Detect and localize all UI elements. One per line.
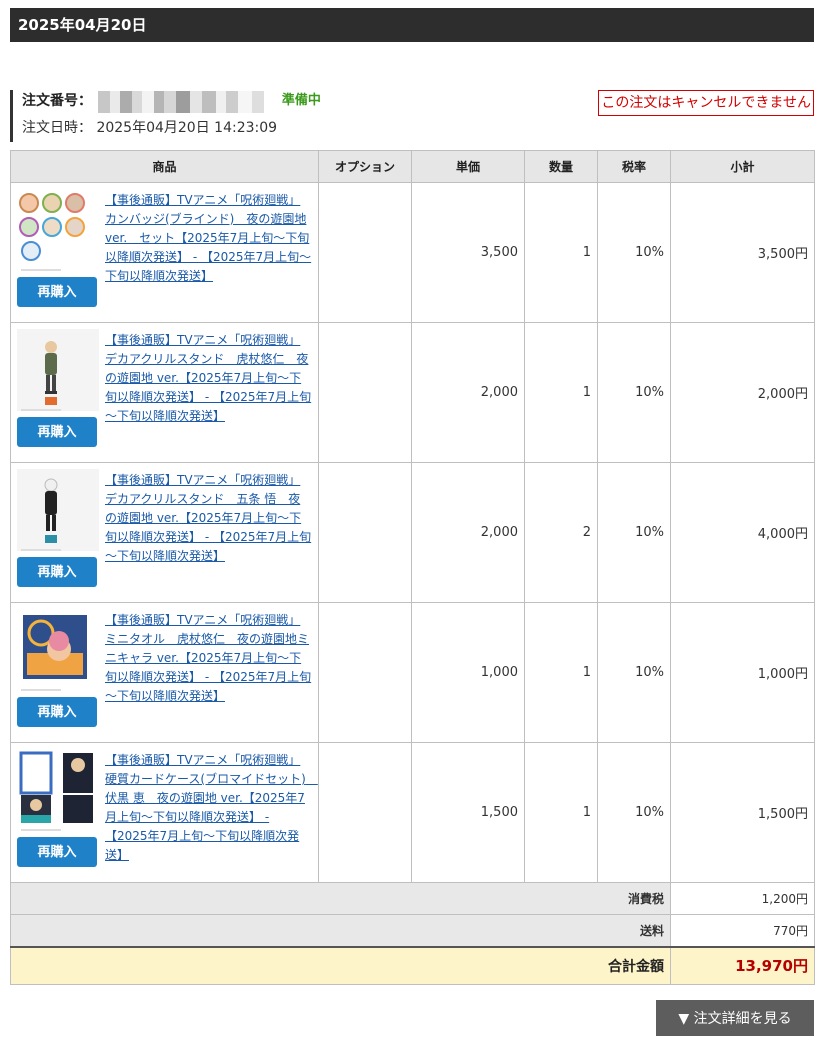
order-status-badge: 準備中 — [281, 93, 321, 108]
product-cell: 再購入 【事後通販】TVアニメ「呪術廻戦」ミニタオル 虎杖悠仁 夜の遊園地ミニキ… — [10, 602, 319, 743]
order-number-masked — [98, 90, 274, 113]
shipping-value: 770円 — [670, 914, 815, 947]
total-row: 合計金額 13,970円 — [10, 945, 815, 985]
column-header-quantity: 数量 — [524, 150, 598, 183]
product-cell: 再購入 【事後通販】TVアニメ「呪術廻戦」硬質カードケース(ブロマイドセット) … — [10, 742, 319, 883]
order-items-table: 商品 オプション 単価 数量 税率 小計 再購入 【事後通販】TVアニメ「呪術廻… — [10, 150, 815, 985]
option-cell — [318, 462, 412, 603]
rebuy-button[interactable]: 再購入 — [17, 837, 97, 867]
mini-towel-icon[interactable] — [17, 609, 99, 695]
consumption-tax-label: 消費税 — [10, 882, 671, 915]
column-header-product: 商品 — [10, 150, 319, 183]
table-row: 再購入 【事後通販】TVアニメ「呪術廻戦」デカアクリルスタンド 虎杖悠仁 夜の遊… — [10, 322, 815, 463]
quantity-cell: 1 — [524, 742, 598, 883]
tax-rate-cell: 10% — [597, 182, 671, 323]
column-header-subtotal: 小計 — [670, 150, 815, 183]
rebuy-button[interactable]: 再購入 — [17, 697, 97, 727]
product-cell: 再購入 【事後通販】TVアニメ「呪術廻戦」デカアクリルスタンド 五条 悟 夜の遊… — [10, 462, 319, 603]
column-header-tax-rate: 税率 — [597, 150, 671, 183]
tax-rate-cell: 10% — [597, 462, 671, 603]
order-number-label: 注文番号： — [22, 93, 92, 109]
price-cell: 1,500 — [411, 742, 525, 883]
subtotal-cell: 2,000円 — [670, 322, 815, 463]
tax-summary-row: 消費税 1,200円 — [10, 882, 815, 915]
price-cell: 3,500 — [411, 182, 525, 323]
table-row: 再購入 【事後通販】TVアニメ「呪術廻戦」デカアクリルスタンド 五条 悟 夜の遊… — [10, 462, 815, 603]
product-link[interactable]: 【事後通販】TVアニメ「呪術廻戦」ミニタオル 虎杖悠仁 夜の遊園地ミニキャラ v… — [105, 609, 312, 706]
option-cell — [318, 182, 412, 323]
badge-set-icon[interactable] — [17, 189, 99, 275]
table-header-row: 商品 オプション 単価 数量 税率 小計 — [10, 150, 815, 183]
column-header-option: オプション — [318, 150, 412, 183]
option-cell — [318, 602, 412, 743]
tax-rate-cell: 10% — [597, 322, 671, 463]
order-datetime-value: 2025年04月20日 14:23:09 — [96, 120, 278, 136]
product-link[interactable]: 【事後通販】TVアニメ「呪術廻戦」デカアクリルスタンド 五条 悟 夜の遊園地 v… — [105, 469, 312, 566]
shipping-label: 送料 — [10, 914, 671, 947]
product-link[interactable]: 【事後通販】TVアニメ「呪術廻戦」カンバッジ(ブラインド) 夜の遊園地ver. … — [105, 189, 312, 286]
product-link[interactable]: 【事後通販】TVアニメ「呪術廻戦」硬質カードケース(ブロマイドセット) 伏黒 恵… — [105, 749, 318, 865]
option-cell — [318, 742, 412, 883]
rebuy-button[interactable]: 再購入 — [17, 417, 97, 447]
consumption-tax-value: 1,200円 — [670, 882, 815, 915]
price-cell: 1,000 — [411, 602, 525, 743]
quantity-cell: 2 — [524, 462, 598, 603]
quantity-cell: 1 — [524, 182, 598, 323]
option-cell — [318, 322, 412, 463]
order-datetime-row: 注文日時： 2025年04月20日 14:23:09 — [22, 118, 814, 138]
price-cell: 2,000 — [411, 322, 525, 463]
subtotal-cell: 1,500円 — [670, 742, 815, 883]
subtotal-cell: 4,000円 — [670, 462, 815, 603]
rebuy-button[interactable]: 再購入 — [17, 557, 97, 587]
product-cell: 再購入 【事後通販】TVアニメ「呪術廻戦」カンバッジ(ブラインド) 夜の遊園地v… — [10, 182, 319, 323]
product-cell: 再購入 【事後通販】TVアニメ「呪術廻戦」デカアクリルスタンド 虎杖悠仁 夜の遊… — [10, 322, 319, 463]
acrylic-stand-icon[interactable] — [17, 329, 99, 415]
acrylic-stand-icon[interactable] — [17, 469, 99, 555]
quantity-cell: 1 — [524, 322, 598, 463]
product-link[interactable]: 【事後通販】TVアニメ「呪術廻戦」デカアクリルスタンド 虎杖悠仁 夜の遊園地 v… — [105, 329, 312, 426]
rebuy-button[interactable]: 再購入 — [17, 277, 97, 307]
column-header-price: 単価 — [411, 150, 525, 183]
order-datetime-label: 注文日時： — [22, 120, 92, 136]
tax-rate-cell: 10% — [597, 742, 671, 883]
card-case-icon[interactable] — [17, 749, 99, 835]
subtotal-cell: 1,000円 — [670, 602, 815, 743]
table-row: 再購入 【事後通販】TVアニメ「呪術廻戦」硬質カードケース(ブロマイドセット) … — [10, 742, 815, 883]
shipping-summary-row: 送料 770円 — [10, 914, 815, 947]
view-order-details-button[interactable]: ▼ 注文詳細を見る — [656, 1000, 814, 1036]
tax-rate-cell: 10% — [597, 602, 671, 743]
price-cell: 2,000 — [411, 462, 525, 603]
cancel-unavailable-note: この注文はキャンセルできません — [598, 90, 814, 116]
total-value: 13,970円 — [670, 945, 815, 985]
subtotal-cell: 3,500円 — [670, 182, 815, 323]
table-row: 再購入 【事後通販】TVアニメ「呪術廻戦」ミニタオル 虎杖悠仁 夜の遊園地ミニキ… — [10, 602, 815, 743]
table-row: 再購入 【事後通販】TVアニメ「呪術廻戦」カンバッジ(ブラインド) 夜の遊園地v… — [10, 182, 815, 323]
total-label: 合計金額 — [10, 945, 671, 985]
order-date-header: 2025年04月20日 — [10, 8, 814, 42]
quantity-cell: 1 — [524, 602, 598, 743]
